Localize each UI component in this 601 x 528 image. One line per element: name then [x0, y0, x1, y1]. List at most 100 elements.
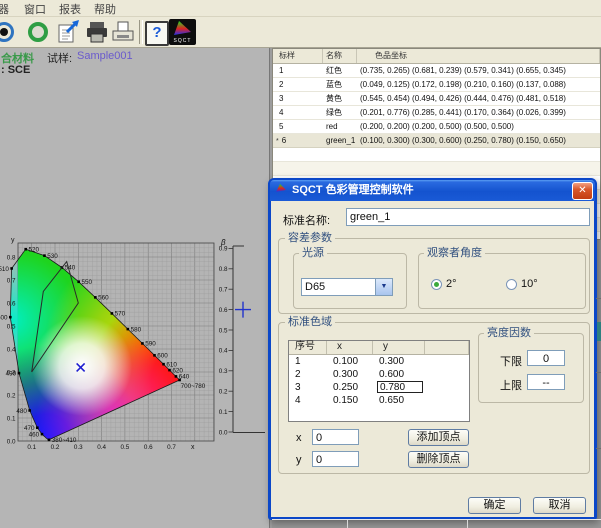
ok-button[interactable]: 确定 [468, 497, 521, 514]
header-coordinates: 色品坐标 [357, 49, 600, 63]
wavelength-label-570: 570 [115, 311, 126, 318]
delete-vertex-button[interactable]: 删除顶点 [408, 451, 469, 468]
standard-row-green_1[interactable]: *6green_1(0.100, 0.300) (0.300, 0.600) (… [273, 134, 600, 148]
luminance-factor-label: 亮度因数 [484, 327, 534, 340]
x-axis-label: x [191, 444, 195, 451]
vertex-row[interactable]: 10.1000.300 [289, 355, 469, 368]
standard-name-input[interactable]: green_1 [346, 208, 590, 226]
light-source-label: 光源 [299, 247, 327, 260]
menu-help[interactable]: 帮助 [94, 1, 116, 17]
observer-angle-label: 观察者角度 [424, 247, 485, 260]
wavelength-label-530: 530 [47, 253, 58, 260]
sample-label: 试样: [47, 50, 72, 66]
wavelength-label-380~410: 380~410 [52, 437, 77, 444]
close-icon[interactable]: ✕ [572, 182, 593, 200]
beta-axis-label: β [220, 238, 226, 247]
menu-report[interactable]: 报表 [59, 1, 81, 17]
lower-limit-input[interactable]: 0 [527, 350, 565, 366]
svg-text:0.5: 0.5 [7, 323, 16, 330]
standard-row-黄色[interactable]: 3黄色(0.545, 0.454) (0.494, 0.426) (0.444,… [273, 92, 600, 106]
observer-10deg-label: 10° [521, 278, 538, 290]
add-vertex-button[interactable]: 添加顶点 [408, 429, 469, 446]
vertex-y-edit-input[interactable]: 0.780 [377, 381, 423, 393]
hidden-table-line [596, 298, 601, 299]
menu-bar: 仪器 窗口 报表 帮助 [0, 0, 601, 17]
standard-row-红色[interactable]: 1红色(0.735, 0.265) (0.681, 0.239) (0.579,… [273, 64, 600, 78]
y-coordinate-input[interactable]: 0 [312, 451, 359, 467]
hidden-table-gridline [347, 520, 348, 528]
beta-reflectance-axis: 0.00.10.20.30.40.50.60.70.80.9β [215, 235, 275, 485]
help-icon: ? [145, 21, 169, 46]
wavelength-label-580: 580 [131, 326, 142, 333]
dialog-title: SQCT 色彩管理控制软件 [292, 184, 414, 196]
standard-name-label: 标准名称: [283, 212, 330, 228]
wavelength-label-510: 510 [0, 266, 9, 273]
vertex-row[interactable]: 30.2500.780 [289, 381, 469, 394]
calibration-button[interactable] [26, 19, 52, 45]
wavelength-label-480: 480 [16, 408, 27, 415]
sqct-logo-icon: SQCT [169, 19, 196, 45]
svg-text:0.8: 0.8 [7, 254, 16, 261]
upper-limit-input[interactable]: -- [527, 374, 565, 390]
chevron-down-icon[interactable]: ▼ [375, 279, 392, 295]
wavelength-label-460: 460 [29, 432, 40, 439]
selected-row-marker: * [276, 138, 279, 145]
svg-text:0.4: 0.4 [97, 444, 106, 451]
print-output-button[interactable] [110, 19, 136, 45]
print-button[interactable] [84, 19, 110, 45]
empty-row [273, 148, 600, 162]
standards-table-header: 标样 名称 色品坐标 [273, 49, 600, 64]
tolerance-group-label: 容差参数 [285, 232, 335, 245]
report-export-button[interactable] [56, 19, 82, 45]
wavelength-label-520: 520 [29, 246, 40, 253]
printer-icon [84, 19, 110, 45]
vertex-table: 序号xy 10.1000.30020.3000.60030.2500.78040… [288, 340, 470, 422]
calibration-ring-icon [28, 22, 48, 42]
svg-text:0.6: 0.6 [219, 307, 228, 314]
lower-limit-label: 下限 [500, 353, 522, 369]
help-button[interactable]: ? [143, 19, 169, 45]
hidden-selected-cell [597, 322, 601, 341]
measure-target-button[interactable] [0, 19, 18, 45]
cie-chromaticity-chart[interactable]: 0.00.10.20.30.40.50.60.70.80.10.20.30.40… [0, 235, 240, 485]
svg-text:0.6: 0.6 [144, 444, 153, 451]
wavelength-label-700~780: 700~780 [181, 383, 206, 390]
svg-text:0.5: 0.5 [219, 327, 228, 334]
toolbar: ? SQCT [0, 17, 601, 48]
hidden-table-edge [272, 519, 601, 520]
svg-text:0.7: 0.7 [7, 277, 16, 284]
light-source-select[interactable]: D65 ▼ [301, 278, 393, 296]
vertex-row[interactable]: 40.1500.650 [289, 394, 469, 407]
standard-row-red[interactable]: 5red(0.200, 0.200) (0.200, 0.500) (0.500… [273, 120, 600, 134]
measurement-mode-label: : SCE [1, 64, 30, 76]
observer-2deg-radio[interactable] [431, 279, 442, 290]
y-axis-label: y [11, 237, 15, 244]
svg-text:0.4: 0.4 [7, 346, 16, 353]
observer-10deg-radio[interactable] [506, 279, 517, 290]
x-coordinate-label: x [296, 432, 302, 444]
sample-name-value: Sample001 [77, 50, 133, 62]
svg-text:0.4: 0.4 [219, 348, 228, 355]
wavelength-label-550: 550 [81, 279, 92, 286]
sqct-button[interactable]: SQCT [169, 19, 196, 45]
svg-text:0.3: 0.3 [219, 368, 228, 375]
svg-text:0.1: 0.1 [219, 409, 228, 416]
svg-text:0.0: 0.0 [219, 429, 228, 436]
header-name: 名称 [323, 49, 357, 63]
crosshair-cursor [235, 302, 251, 318]
svg-text:0.2: 0.2 [219, 389, 228, 396]
vertex-table-header: 序号xy [289, 341, 469, 355]
standard-row-绿色[interactable]: 4绿色(0.201, 0.776) (0.285, 0.441) (0.170,… [273, 106, 600, 120]
wavelength-label-590: 590 [145, 341, 156, 348]
dialog-title-bar[interactable]: SQCT 色彩管理控制软件 ✕ [270, 180, 595, 201]
standard-row-蓝色[interactable]: 2蓝色(0.049, 0.125) (0.172, 0.198) (0.210,… [273, 78, 600, 92]
observer-2deg-label: 2° [446, 278, 457, 290]
wavelength-label-560: 560 [98, 295, 109, 302]
x-coordinate-input[interactable]: 0 [312, 429, 359, 445]
empty-row [273, 162, 600, 176]
menu-window[interactable]: 窗口 [24, 1, 46, 17]
cancel-button[interactable]: 取消 [533, 497, 586, 514]
menu-instrument[interactable]: 仪器 [0, 1, 9, 17]
vertex-row[interactable]: 20.3000.600 [289, 368, 469, 381]
svg-text:0.5: 0.5 [121, 444, 130, 451]
